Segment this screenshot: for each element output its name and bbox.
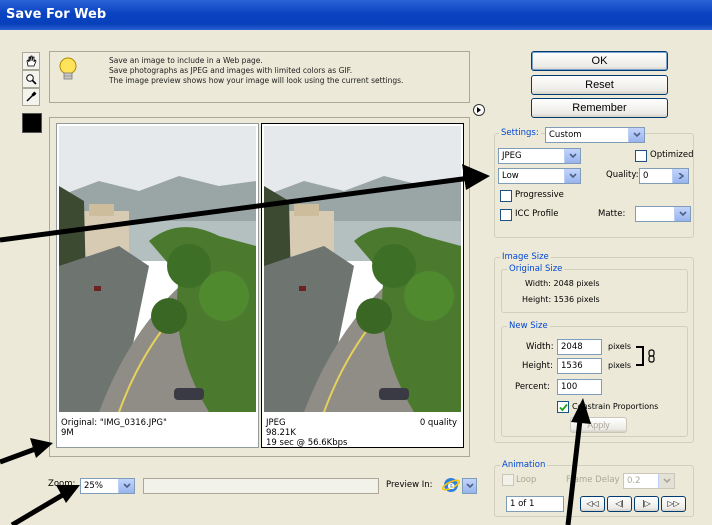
eyedropper-color-swatch[interactable] <box>22 113 42 133</box>
quality-label: Quality: <box>606 170 639 180</box>
frame-counter: 1 of 1 <box>506 496 564 512</box>
quality-preset-value: Low <box>502 171 519 181</box>
chevron-down-icon[interactable] <box>628 128 644 142</box>
next-frame-button[interactable]: |▷ <box>634 496 659 512</box>
loop-label: Loop <box>516 475 537 485</box>
loop-checkbox[interactable] <box>502 474 514 486</box>
remember-button[interactable]: Remember <box>531 98 668 118</box>
frame-delay-select[interactable]: 0.2 <box>623 473 675 489</box>
browser-icon[interactable]: e <box>441 476 461 494</box>
constrain-proportions-label: Constrain Proportions <box>572 402 659 411</box>
quality-input[interactable]: 0 <box>639 168 689 184</box>
icc-profile-checkbox[interactable] <box>500 209 512 221</box>
quality-value: 0 <box>643 171 649 181</box>
original-photo[interactable] <box>59 126 256 412</box>
optimized-photo[interactable] <box>264 126 461 412</box>
constrain-proportions-checkbox[interactable] <box>557 401 569 413</box>
chevron-down-icon[interactable] <box>118 479 134 493</box>
width-label: Width: <box>526 342 554 352</box>
height-unit: pixels <box>608 361 632 370</box>
arrow-to-zoom <box>10 490 68 525</box>
zoom-tool-icon[interactable] <box>22 70 40 88</box>
frame-counter-value: 1 of 1 <box>510 499 535 509</box>
eyedropper-tool-icon[interactable] <box>22 88 40 106</box>
optimized-preview-pane[interactable]: JPEG 98.21K 19 sec @ 56.6Kbps 0 quality <box>261 123 464 448</box>
percent-input[interactable]: 100 <box>557 379 602 395</box>
format-value: JPEG <box>502 151 522 161</box>
tip-box: Save an image to include in a Web page. … <box>49 51 470 103</box>
optimized-quality: 0 quality <box>419 418 457 428</box>
tip-line-3: The image preview shows how your image w… <box>109 76 404 85</box>
tip-line-2: Save photographs as JPEG and images with… <box>109 66 353 75</box>
title-bar: Save For Web <box>0 0 712 30</box>
settings-label: Settings: <box>499 128 541 138</box>
svg-text:e: e <box>448 479 455 492</box>
preview-in-label: Preview In: <box>386 480 433 490</box>
status-bar <box>143 478 379 494</box>
browser-dropdown-chevron-down-icon[interactable] <box>462 478 477 494</box>
original-size-legend: Original Size <box>507 264 565 274</box>
icc-profile-label: ICC Profile <box>515 209 559 219</box>
original-size-group <box>501 269 688 313</box>
optimized-download-time: 19 sec @ 56.6Kbps <box>266 438 348 448</box>
apply-button[interactable]: Apply <box>570 417 627 433</box>
percent-value: 100 <box>561 382 578 392</box>
width-unit: pixels <box>608 342 632 351</box>
original-width: Width: 2048 pixels <box>525 279 600 288</box>
format-select[interactable]: JPEG <box>498 148 581 164</box>
zoom-value: 25% <box>84 481 103 491</box>
frame-delay-value: 0.2 <box>627 476 641 486</box>
optimized-label: Optimized <box>650 150 694 160</box>
new-size-legend: New Size <box>507 321 550 331</box>
checkmark-icon <box>558 403 568 411</box>
link-chain-icon <box>648 349 656 366</box>
percent-label: Percent: <box>515 382 550 392</box>
optimized-filesize: 98.21K <box>266 428 296 438</box>
optimized-checkbox[interactable] <box>635 150 647 162</box>
original-preview-pane[interactable]: Original: "IMG_0316.JPG" 9M <box>56 123 259 448</box>
last-frame-button[interactable]: ▷▷ <box>661 496 686 512</box>
first-frame-button[interactable]: ◁◁ <box>580 496 605 512</box>
previous-frame-button[interactable]: ◁| <box>607 496 632 512</box>
original-filename: Original: "IMG_0316.JPG" <box>61 418 167 428</box>
width-value: 2048 <box>561 342 583 352</box>
animation-legend: Animation <box>500 460 548 470</box>
window-title: Save For Web <box>6 7 107 22</box>
chevron-right-icon[interactable] <box>672 169 688 183</box>
matte-label: Matte: <box>598 209 626 219</box>
progressive-label: Progressive <box>515 190 564 200</box>
original-filesize: 9M <box>61 428 74 438</box>
ok-button[interactable]: OK <box>531 51 668 71</box>
preview-menu-icon[interactable] <box>473 104 485 116</box>
arrow-to-filesize <box>0 445 39 465</box>
tip-line-1: Save an image to include in a Web page. <box>109 56 263 65</box>
settings-preset-value: Custom <box>549 130 582 140</box>
chevron-down-icon[interactable] <box>564 149 580 163</box>
chevron-down-icon[interactable] <box>564 169 580 183</box>
reset-button[interactable]: Reset <box>531 75 668 95</box>
hand-tool-icon[interactable] <box>22 52 40 70</box>
zoom-label: Zoom: <box>48 479 76 489</box>
progressive-checkbox[interactable] <box>500 190 512 202</box>
image-size-legend: Image Size <box>500 252 551 262</box>
original-height: Height: 1536 pixels <box>522 295 600 304</box>
constrain-bracket <box>636 346 644 366</box>
chevron-down-icon[interactable] <box>658 474 674 488</box>
chevron-down-icon[interactable] <box>674 207 690 221</box>
width-input[interactable]: 2048 <box>557 339 602 355</box>
quality-preset-select[interactable]: Low <box>498 168 581 184</box>
lightbulb-icon <box>58 57 78 86</box>
height-input[interactable]: 1536 <box>557 358 602 374</box>
height-value: 1536 <box>561 361 583 371</box>
zoom-select[interactable]: 25% <box>80 478 135 494</box>
matte-select[interactable] <box>635 206 691 222</box>
frame-delay-label: Frame Delay <box>566 475 620 485</box>
settings-preset-select[interactable]: Custom <box>545 127 645 143</box>
height-label: Height: <box>522 361 553 371</box>
